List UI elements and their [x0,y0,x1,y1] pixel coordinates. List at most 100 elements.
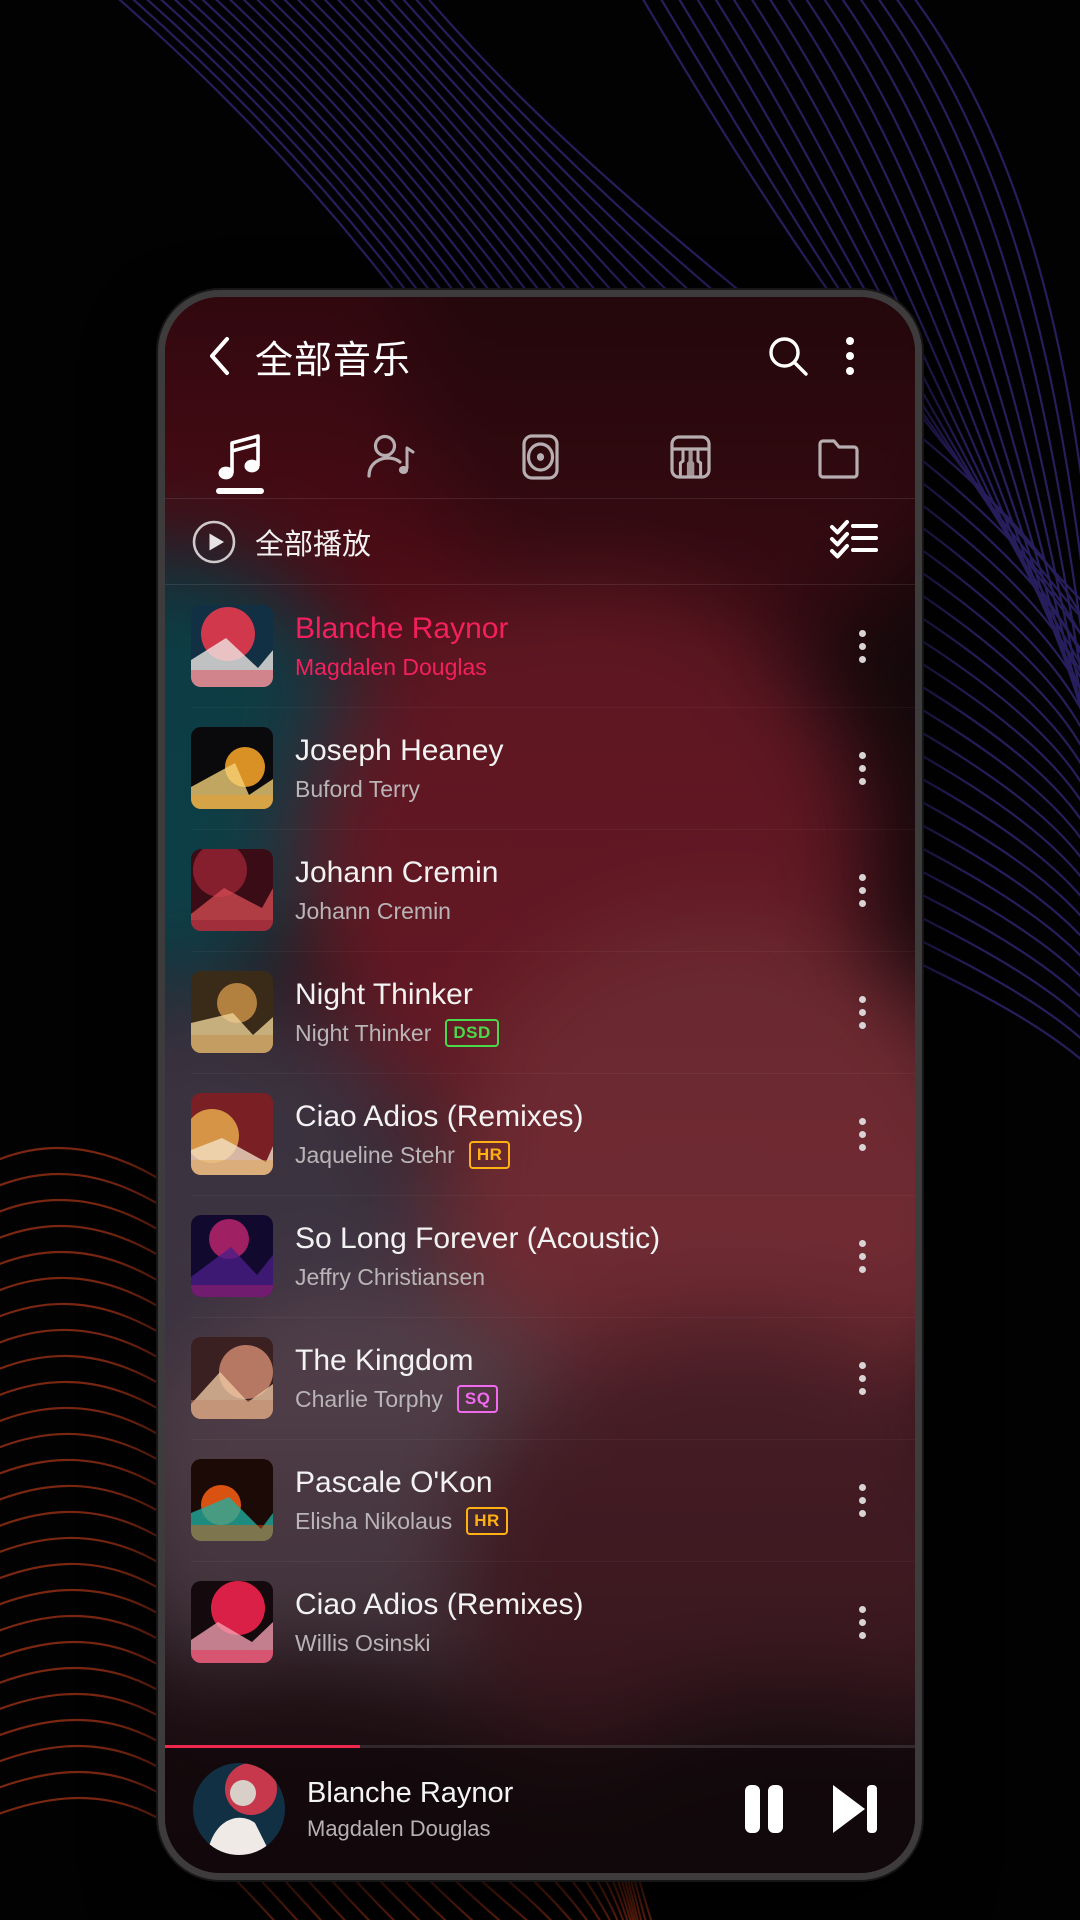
album-art-thumbnail [191,849,273,931]
now-playing-meta: Blanche Raynor Magdalen Douglas [307,1777,737,1842]
album-art [191,605,273,687]
table-row[interactable]: Pascale O'Kon Elisha Nikolaus HR [165,1439,915,1561]
song-meta: Ciao Adios (Remixes) Jaqueline Stehr HR [295,1099,835,1170]
song-title: Ciao Adios (Remixes) [295,1588,584,1622]
phone-screen: 全部音乐 全部播放 Blanche Raynor Magdalen Dougla… [165,297,915,1873]
song-title: Ciao Adios (Remixes) [295,1099,584,1133]
song-title: Blanche Raynor [295,612,509,646]
album-art [191,1215,273,1297]
pause-button[interactable] [737,1781,791,1837]
row-overflow-button[interactable] [835,1117,889,1151]
album-art [191,1459,273,1541]
song-meta: Ciao Adios (Remixes) Willis Osinski [295,1587,835,1656]
app-top-bar: 全部音乐 [165,297,915,415]
tab-genres[interactable] [615,415,765,498]
back-button[interactable] [191,327,249,385]
song-artist: Elisha Nikolaus [295,1507,453,1534]
song-meta: So Long Forever (Acoustic) Jeffry Christ… [295,1221,835,1290]
table-row[interactable]: Ciao Adios (Remixes) Jaqueline Stehr HR [165,1073,915,1195]
song-artist: Magdalen Douglas [295,653,487,680]
status-badge: HR [468,1141,511,1170]
now-playing-artwork [193,1763,285,1855]
table-row[interactable]: The Kingdom Charlie Torphy SQ [165,1317,915,1439]
song-meta: Pascale O'Kon Elisha Nikolaus HR [295,1465,835,1536]
now-playing-artist: Magdalen Douglas [307,1815,491,1841]
song-subline: Magdalen Douglas [295,654,835,681]
album-art-thumbnail [191,1215,273,1297]
row-overflow-button[interactable] [835,1605,889,1639]
song-meta: Blanche Raynor Magdalen Douglas [295,611,835,680]
status-badge: DSD [445,1019,499,1048]
song-artist: Johann Cremin [295,897,451,924]
active-tab-indicator [216,488,264,494]
tab-folders[interactable] [765,415,915,498]
status-badge: SQ [456,1385,499,1414]
song-title: Pascale O'Kon [295,1465,493,1499]
song-subline: Night Thinker DSD [295,1019,835,1048]
row-overflow-button[interactable] [835,1239,889,1273]
album-art-thumbnail [191,1337,273,1419]
library-tab-bar [165,415,915,499]
album-art [191,849,273,931]
multiselect-button[interactable] [823,512,885,571]
album-art [191,727,273,809]
row-overflow-button[interactable] [835,873,889,907]
song-list[interactable]: Blanche Raynor Magdalen Douglas Joseph H… [165,585,915,1745]
song-title: Night Thinker [295,977,473,1011]
song-subline: Charlie Torphy SQ [295,1385,835,1414]
tab-albums[interactable] [465,415,615,498]
song-meta: Joseph Heaney Buford Terry [295,733,835,802]
table-row[interactable]: Joseph Heaney Buford Terry [165,707,915,829]
mini-player: Blanche Raynor Magdalen Douglas [165,1745,915,1873]
table-row[interactable]: So Long Forever (Acoustic) Jeffry Christ… [165,1195,915,1317]
phone-mockup: 全部音乐 全部播放 Blanche Raynor Magdalen Dougla… [158,290,922,1880]
tab-songs[interactable] [165,415,315,498]
album-art-thumbnail [191,1459,273,1541]
song-meta: Johann Cremin Johann Cremin [295,855,835,924]
row-overflow-button[interactable] [835,995,889,1029]
row-overflow-button[interactable] [835,1483,889,1517]
album-art [191,1337,273,1419]
song-artist: Charlie Torphy [295,1385,443,1412]
song-meta: Night Thinker Night Thinker DSD [295,977,835,1048]
table-row[interactable]: Blanche Raynor Magdalen Douglas [165,585,915,707]
album-art-thumbnail [191,605,273,687]
song-meta: The Kingdom Charlie Torphy SQ [295,1343,835,1414]
status-badge: HR [466,1507,508,1536]
table-row[interactable]: Johann Cremin Johann Cremin [165,829,915,951]
album-art-thumbnail [191,1581,273,1663]
row-overflow-button[interactable] [835,1361,889,1395]
music-note-icon [218,433,260,479]
song-subline: Jaqueline Stehr HR [295,1141,835,1170]
play-all-button[interactable]: 全部播放 [191,519,371,565]
song-subline: Willis Osinski [295,1630,835,1657]
now-playing-title: Blanche Raynor [307,1776,514,1809]
album-disc-icon [522,433,559,480]
row-overflow-button[interactable] [835,751,889,785]
avatar[interactable] [193,1763,285,1855]
play-all-label: 全部播放 [255,528,372,561]
folder-icon [818,438,859,479]
song-artist: Jaqueline Stehr [295,1141,455,1168]
piano-keys-icon [670,434,711,479]
song-title: Johann Cremin [295,856,499,890]
pause-icon [745,1785,783,1833]
row-overflow-button[interactable] [835,629,889,663]
player-controls [737,1781,881,1837]
song-artist: Willis Osinski [295,1629,431,1656]
playback-progress-bar[interactable] [165,1745,915,1748]
checklist-icon [830,520,878,559]
song-subline: Buford Terry [295,776,835,803]
page-title: 全部音乐 [255,339,412,382]
overflow-menu-button[interactable] [819,325,881,387]
table-row[interactable]: Night Thinker Night Thinker DSD [165,951,915,1073]
chevron-left-icon [210,337,229,375]
table-row[interactable]: Ciao Adios (Remixes) Willis Osinski [165,1561,915,1683]
search-button[interactable] [757,325,819,387]
next-track-button[interactable] [825,1781,881,1837]
search-icon [769,337,808,376]
song-artist: Night Thinker [295,1019,432,1046]
tab-artists[interactable] [315,415,465,498]
song-title: So Long Forever (Acoustic) [295,1222,661,1256]
artist-icon [367,434,415,478]
